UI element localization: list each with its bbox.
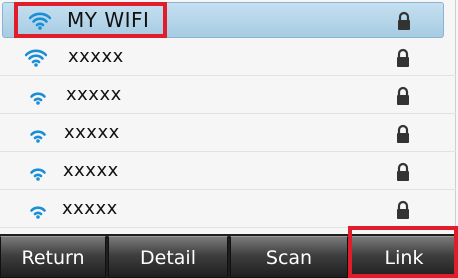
detail-button[interactable]: Detail: [108, 236, 228, 278]
network-row[interactable]: xxxxx: [0, 154, 456, 190]
lock-icon: [397, 86, 409, 105]
lock-icon: [397, 48, 409, 67]
network-row[interactable]: xxxxx: [0, 78, 456, 114]
wifi-icon: [30, 168, 46, 181]
network-ssid: xxxxx: [66, 84, 122, 105]
network-row-my-wifi[interactable]: MY WIFI: [2, 2, 444, 38]
link-button[interactable]: Link: [350, 236, 458, 278]
wifi-icon: [25, 49, 47, 67]
wifi-icon: [29, 12, 51, 30]
network-ssid: MY WIFI: [67, 8, 150, 32]
wifi-icon: [30, 92, 46, 105]
network-ssid: xxxxx: [62, 198, 118, 219]
lock-icon: [398, 11, 410, 30]
network-ssid: xxxxx: [68, 46, 124, 67]
softkey-bar: Return Detail Scan Link: [0, 234, 458, 278]
network-row[interactable]: xxxxx: [0, 40, 456, 76]
network-ssid: xxxxx: [64, 122, 120, 143]
network-row[interactable]: xxxxx: [0, 116, 456, 152]
wifi-icon: [30, 130, 46, 143]
lock-icon: [397, 162, 409, 181]
wifi-icon: [30, 206, 46, 219]
scan-button[interactable]: Scan: [230, 236, 348, 278]
lock-icon: [397, 124, 409, 143]
network-row[interactable]: xxxxx: [0, 192, 456, 228]
lock-icon: [397, 200, 409, 219]
wifi-network-screen: MY WIFI xxxxx xxxxx xxxxx xxxxx xxxxx Re…: [0, 0, 458, 278]
network-ssid: xxxxx: [63, 160, 119, 181]
network-list: MY WIFI xxxxx xxxxx xxxxx xxxxx xxxxx: [0, 0, 456, 232]
return-button[interactable]: Return: [0, 236, 106, 278]
